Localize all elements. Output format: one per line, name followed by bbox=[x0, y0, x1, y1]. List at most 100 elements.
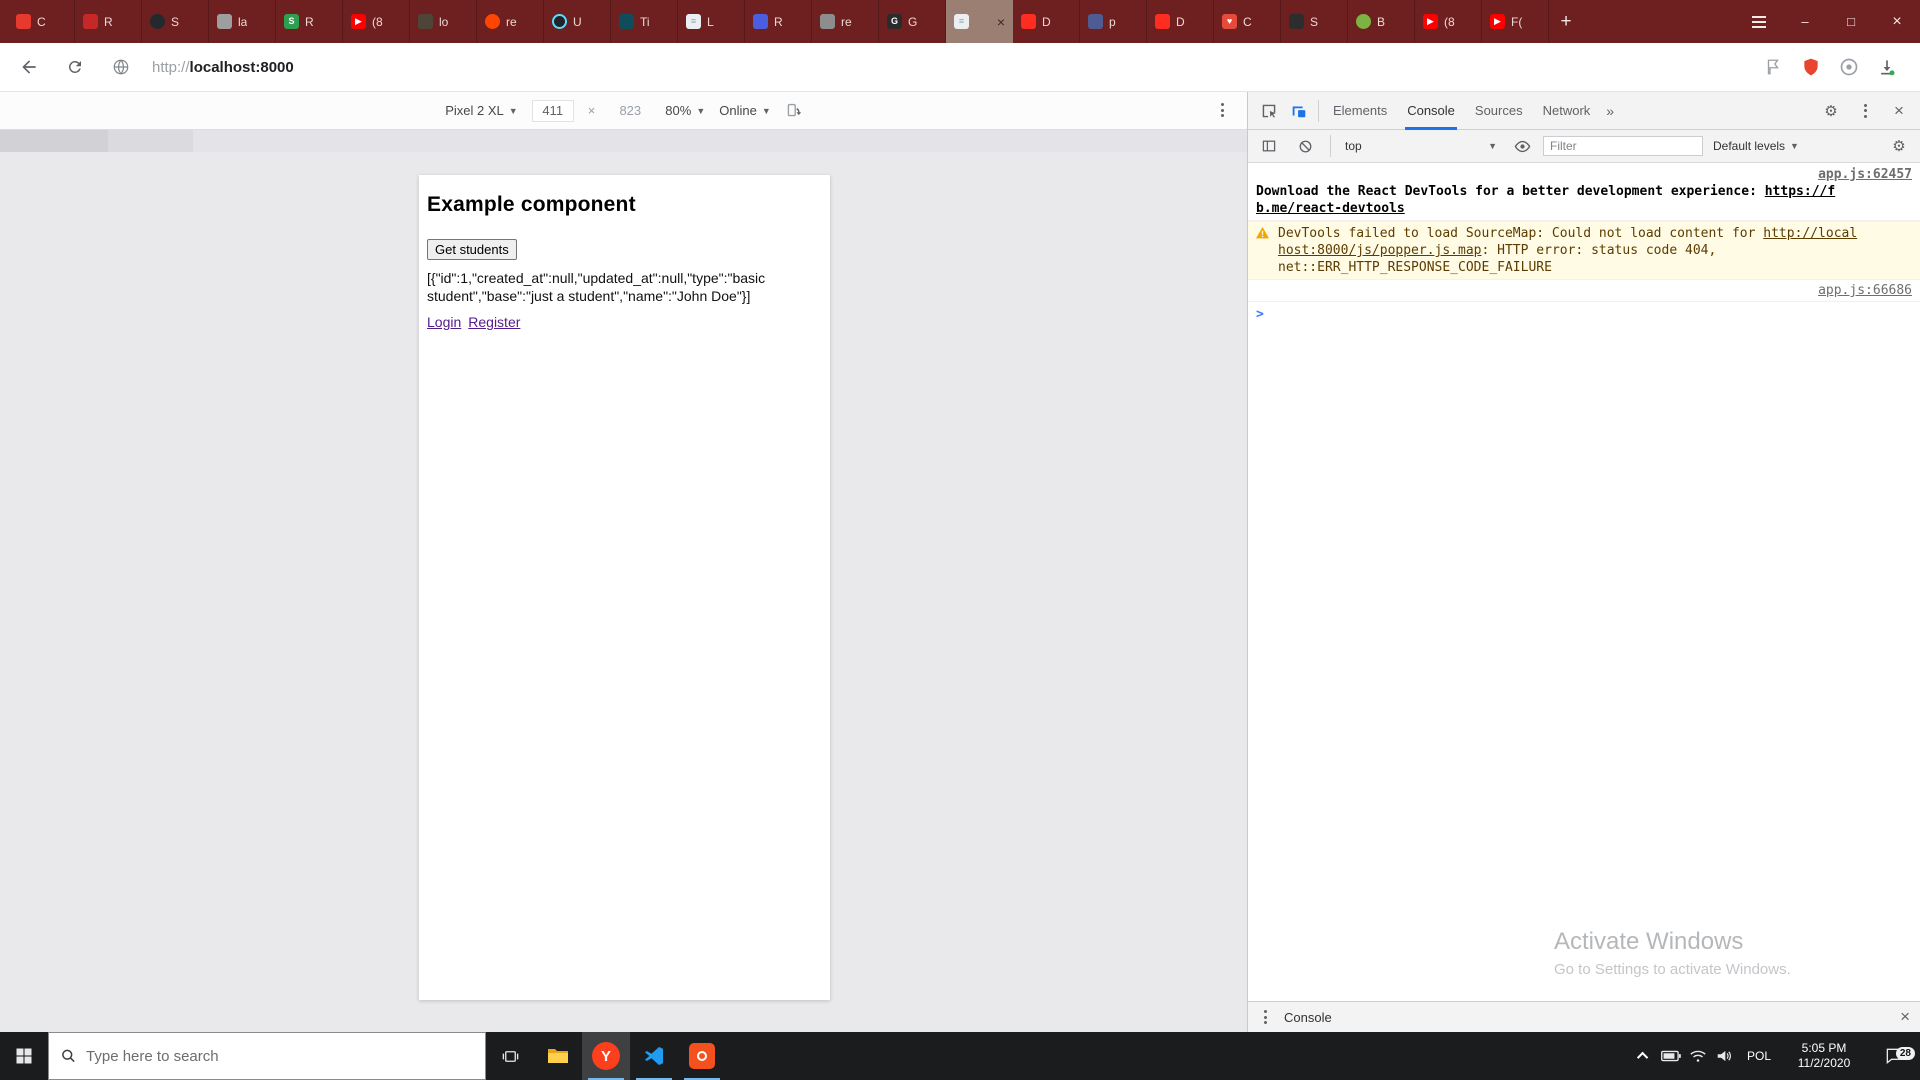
page-title: Example component bbox=[427, 193, 636, 216]
sourcemap-link[interactable]: http://local bbox=[1763, 226, 1857, 241]
file-explorer-button[interactable] bbox=[534, 1032, 582, 1080]
start-button[interactable] bbox=[0, 1032, 48, 1080]
log-levels-select[interactable]: Default levels ▼ bbox=[1709, 139, 1803, 153]
battery-button[interactable] bbox=[1657, 1032, 1684, 1080]
browser-tab[interactable]: D bbox=[1013, 0, 1080, 43]
tab-favicon bbox=[217, 14, 232, 29]
browser-tab[interactable]: Ti bbox=[611, 0, 678, 43]
react-devtools-link[interactable]: https://f bbox=[1765, 184, 1835, 199]
browser-tab[interactable]: GG bbox=[879, 0, 946, 43]
browser-tab[interactable]: re bbox=[812, 0, 879, 43]
console-prompt[interactable]: > bbox=[1248, 302, 1920, 327]
window-close-button[interactable]: × bbox=[1874, 0, 1920, 43]
browser-tab[interactable]: lo bbox=[410, 0, 477, 43]
tab-favicon bbox=[16, 14, 31, 29]
browser-tab[interactable]: ▶ (8 bbox=[1415, 0, 1482, 43]
live-expression-button[interactable] bbox=[1507, 131, 1537, 161]
browser-tab[interactable]: C bbox=[8, 0, 75, 43]
device-select[interactable]: Pixel 2 XL ▼ bbox=[445, 103, 517, 118]
get-students-button[interactable]: Get students bbox=[427, 239, 517, 260]
browser-menu-button[interactable] bbox=[1736, 0, 1782, 43]
clear-console-button[interactable] bbox=[1290, 131, 1320, 161]
window-minimize-button[interactable]: – bbox=[1782, 0, 1828, 43]
devtools-menu-button[interactable] bbox=[1850, 96, 1880, 126]
browser-tab[interactable]: re bbox=[477, 0, 544, 43]
tab-title: la bbox=[238, 14, 248, 29]
sourcemap-link[interactable]: host:8000/js/popper.js.map bbox=[1278, 243, 1482, 258]
execution-context-select[interactable]: top ▼ bbox=[1341, 139, 1501, 153]
tab-title: S bbox=[1310, 14, 1319, 29]
yandex-browser-button[interactable]: Y bbox=[582, 1032, 630, 1080]
action-center-button[interactable]: 28 bbox=[1868, 1046, 1920, 1066]
devtools-close-button[interactable]: × bbox=[1884, 96, 1914, 126]
console-filter-input[interactable] bbox=[1543, 136, 1703, 156]
browser-tab[interactable]: R bbox=[75, 0, 142, 43]
device-toolbar-toggle-button[interactable] bbox=[1284, 96, 1314, 126]
browser-tab[interactable]: la bbox=[209, 0, 276, 43]
browser-tab-active[interactable]: ≡ × bbox=[946, 0, 1013, 43]
reload-button[interactable] bbox=[58, 50, 92, 84]
browser-tab[interactable]: S bbox=[1281, 0, 1348, 43]
tab-console[interactable]: Console bbox=[1397, 92, 1465, 130]
tab-title: C bbox=[1243, 14, 1252, 29]
task-view-button[interactable] bbox=[486, 1032, 534, 1080]
tab-network[interactable]: Network bbox=[1533, 92, 1601, 130]
source-link[interactable]: app.js:66686 bbox=[1818, 283, 1912, 298]
browser-tab[interactable]: ♥ C bbox=[1214, 0, 1281, 43]
device-height-input[interactable]: 823 bbox=[609, 100, 651, 122]
browser-tab[interactable]: S bbox=[142, 0, 209, 43]
device-toolbar-menu-button[interactable] bbox=[1215, 103, 1229, 117]
reload-icon bbox=[68, 61, 81, 74]
tab-favicon bbox=[83, 14, 98, 29]
tab-elements[interactable]: Elements bbox=[1323, 92, 1397, 130]
assistant-extension-button[interactable] bbox=[1838, 56, 1860, 78]
taskbar-search-input[interactable] bbox=[86, 1047, 473, 1065]
inspect-element-button[interactable] bbox=[1254, 96, 1284, 126]
console-sidebar-toggle-button[interactable] bbox=[1254, 131, 1284, 161]
window-maximize-button[interactable]: □ bbox=[1828, 0, 1874, 43]
browser-tab[interactable]: D bbox=[1147, 0, 1214, 43]
drawer-console-tab[interactable]: Console bbox=[1284, 1010, 1332, 1025]
console-settings-button[interactable]: ⚙ bbox=[1884, 131, 1914, 161]
tab-close-icon[interactable]: × bbox=[997, 15, 1005, 29]
browser-tab[interactable]: ≡ L bbox=[678, 0, 745, 43]
vscode-button[interactable] bbox=[630, 1032, 678, 1080]
source-link[interactable]: app.js:62457 bbox=[1818, 167, 1912, 182]
site-info-button[interactable] bbox=[104, 50, 138, 84]
tab-sources[interactable]: Sources bbox=[1465, 92, 1533, 130]
taskbar-search[interactable] bbox=[48, 1032, 486, 1080]
rotate-button[interactable] bbox=[785, 102, 802, 119]
downloads-button[interactable] bbox=[1876, 56, 1898, 78]
back-button[interactable] bbox=[12, 50, 46, 84]
zoom-select[interactable]: 80% ▼ bbox=[665, 103, 705, 118]
bookmark-flag-button[interactable] bbox=[1762, 56, 1784, 78]
drawer-menu-button[interactable] bbox=[1258, 1010, 1272, 1024]
new-tab-button[interactable]: + bbox=[1549, 0, 1583, 43]
browser-tab[interactable]: R bbox=[745, 0, 812, 43]
browser-tab[interactable]: ▶ (8 bbox=[343, 0, 410, 43]
device-width-input[interactable]: 411 bbox=[531, 99, 574, 122]
drawer-close-button[interactable]: × bbox=[1900, 1007, 1910, 1027]
url-text[interactable]: http://localhost:8000 bbox=[152, 59, 294, 76]
taskbar-clock[interactable]: 5:05 PM 11/2/2020 bbox=[1780, 1041, 1868, 1071]
adblock-extension-button[interactable] bbox=[1800, 56, 1822, 78]
browser-tab[interactable]: SR bbox=[276, 0, 343, 43]
react-devtools-link[interactable]: b.me/react-devtools bbox=[1256, 201, 1405, 216]
network-button[interactable] bbox=[1684, 1032, 1711, 1080]
browser-tab[interactable]: U bbox=[544, 0, 611, 43]
throttling-select[interactable]: Online ▼ bbox=[719, 103, 771, 118]
orange-app-button[interactable] bbox=[678, 1032, 726, 1080]
login-link[interactable]: Login bbox=[427, 314, 461, 330]
tab-title: F( bbox=[1511, 14, 1523, 29]
browser-tab[interactable]: ▶ F( bbox=[1482, 0, 1549, 43]
hidden-icons-button[interactable] bbox=[1630, 1032, 1657, 1080]
register-link[interactable]: Register bbox=[468, 314, 520, 330]
devtools-settings-button[interactable]: ⚙ bbox=[1816, 96, 1846, 126]
browser-tab[interactable]: p bbox=[1080, 0, 1147, 43]
volume-button[interactable] bbox=[1711, 1032, 1738, 1080]
more-tabs-button[interactable]: » bbox=[1600, 103, 1620, 119]
tab-favicon bbox=[1356, 14, 1371, 29]
browser-tab[interactable]: B bbox=[1348, 0, 1415, 43]
language-indicator[interactable]: POL bbox=[1738, 1049, 1780, 1063]
yandex-browser-icon: Y bbox=[592, 1042, 620, 1070]
